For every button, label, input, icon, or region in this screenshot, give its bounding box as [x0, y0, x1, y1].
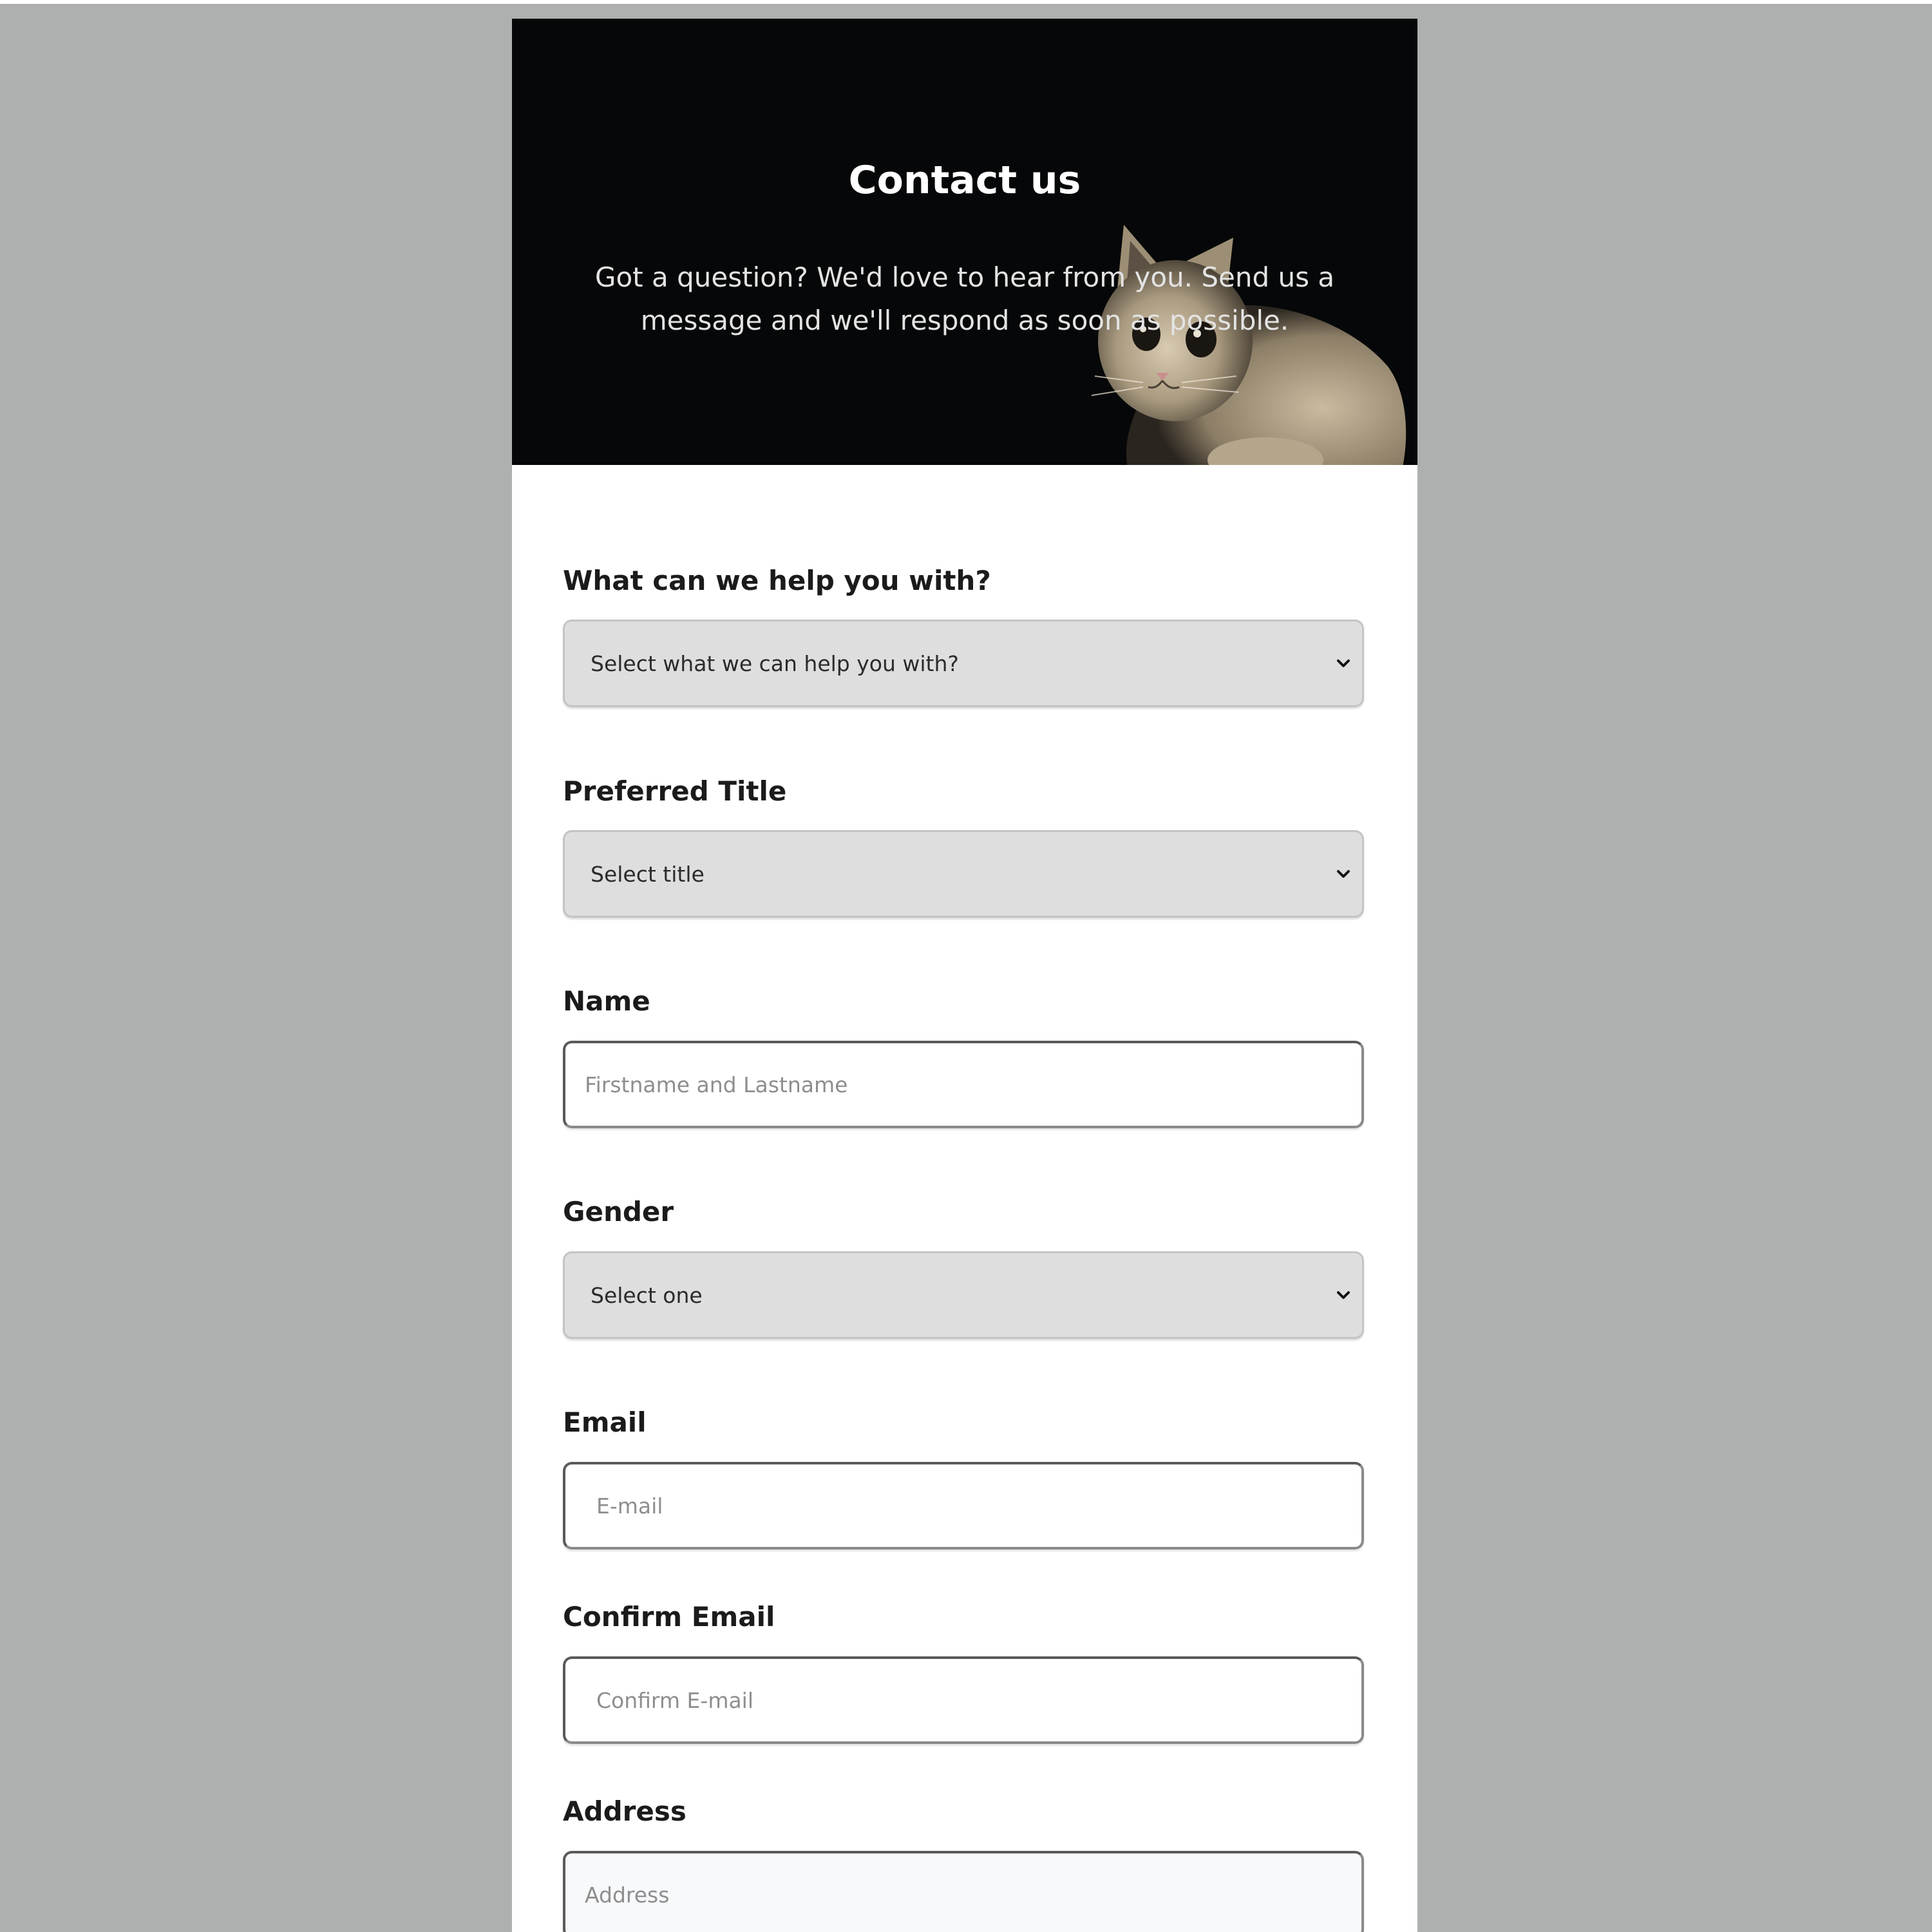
contact-card: Contact us Got a question? We'd love to …: [512, 19, 1417, 1932]
chevron-down-icon: [1337, 1291, 1350, 1299]
address-input[interactable]: [563, 1851, 1364, 1932]
hero-banner: Contact us Got a question? We'd love to …: [512, 19, 1417, 465]
preferred-title-select[interactable]: Select title: [563, 830, 1364, 918]
name-label: Name: [563, 985, 650, 1017]
name-input[interactable]: [563, 1041, 1364, 1128]
email-label: Email: [563, 1406, 647, 1438]
top-strip: [0, 0, 1932, 4]
gender-label: Gender: [563, 1196, 674, 1227]
gender-selected: Select one: [591, 1282, 703, 1308]
preferred-title-selected: Select title: [591, 861, 705, 887]
confirm-email-field[interactable]: [563, 1656, 1364, 1744]
gender-select[interactable]: Select one: [563, 1251, 1364, 1339]
chevron-down-icon: [1337, 659, 1350, 667]
confirm-email-label: Confirm Email: [563, 1601, 775, 1633]
address-label: Address: [563, 1795, 687, 1827]
help-topic-select[interactable]: Select what we can help you with?: [563, 620, 1364, 707]
page-subtitle: Got a question? We'd love to hear from y…: [594, 261, 1335, 336]
help-topic-selected: Select what we can help you with?: [591, 650, 959, 676]
email-field[interactable]: [563, 1462, 1364, 1549]
page-title: Contact us: [848, 158, 1081, 203]
chevron-down-icon: [1337, 870, 1350, 878]
help-topic-label: What can we help you with?: [563, 565, 991, 596]
preferred-title-label: Preferred Title: [563, 775, 787, 807]
